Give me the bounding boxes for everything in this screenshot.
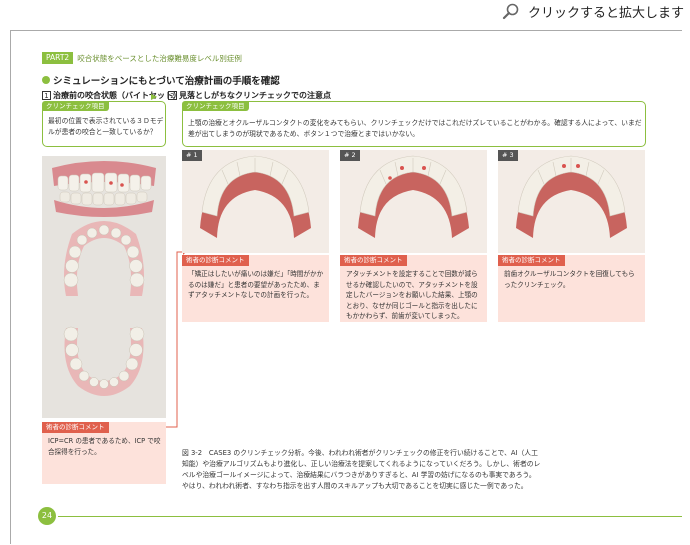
check-item-right: クリンチェック項目 上顎の治療とオクルーザルコンタクトの変化をみてもらい、クリン…	[182, 101, 646, 147]
dental-arch-image	[516, 155, 627, 238]
bullet-dot-icon	[42, 76, 50, 84]
part-badge: PART2	[42, 52, 74, 64]
comment-tag: 術者の診断コメント	[182, 255, 249, 266]
dental-arch-image	[358, 155, 469, 238]
comment-text: 前歯オクルーザルコンタクトを回復してもらったクリンチェック。	[504, 270, 635, 289]
case-comment: 術者の診断コメント アタッチメントを設定することで回数が減らせるか確認したいので…	[340, 255, 487, 322]
footer: 24	[38, 507, 682, 525]
step-2: 2 見落としがちなクリンチェックでの注意点	[168, 90, 331, 101]
case-image: # 1	[182, 150, 329, 253]
comment-tag: 術者の診断コメント	[340, 255, 407, 266]
dental-model-image	[52, 161, 156, 396]
check-item-left: クリンチェック項目 最初の位置で表示されている３Ｄモデルが患者の咬合と一致してい…	[42, 101, 166, 147]
comment-text: 「矯正はしたいが痛いのは嫌だ」「時間がかかるのは嫌だ」と患者の要望があったため、…	[188, 270, 324, 299]
part-title: 咬合状態をベースとした治療難易度レベル別症例	[77, 53, 242, 63]
case-comment: 術者の診断コメント 「矯正はしたいが痛いのは嫌だ」「時間がかかるのは嫌だ」と患者…	[182, 255, 329, 322]
case-label: # 3	[498, 150, 518, 161]
comment-tag: 術者の診断コメント	[498, 255, 565, 266]
case-comment: 術者の診断コメント 前歯オクルーザルコンタクトを回復してもらったクリンチェック。	[498, 255, 645, 322]
left-comment: 術者の診断コメント ICP=CR の患者であるため、ICP で咬合採得を行った。	[42, 422, 166, 484]
top-bar: クリックすると拡大します	[0, 0, 690, 24]
section-title: シミュレーションにもとづいて治療計画の手順を確認	[42, 73, 280, 87]
step-number: 1	[42, 91, 51, 100]
page-number: 24	[38, 507, 56, 525]
zoom-link[interactable]: クリックすると拡大します	[502, 1, 684, 21]
step-number: 2	[168, 91, 177, 100]
case-panel-3: # 3 術者の診断コメント 前歯オクルーザルコンタクトを回復してもらったクリンチ…	[498, 150, 645, 322]
dental-arch-image	[200, 155, 311, 238]
case-panel-2: # 2 術者の診断コメント アタッチメントを設定することで回数が減らせるか確認し…	[340, 150, 487, 322]
footer-rule	[58, 516, 682, 517]
dental-model-panel	[42, 156, 166, 418]
check-tag: クリンチェック項目	[182, 101, 249, 111]
step-label: 治療前の咬合状態（バイトセット）	[53, 91, 181, 100]
comment-tag: 術者の診断コメント	[42, 422, 109, 433]
step-1: 1 治療前の咬合状態（バイトセット）	[42, 90, 181, 101]
case-image: # 3	[498, 150, 645, 253]
comment-text: アタッチメントを設定することで回数が減らせるか確認したいので、アタッチメントを設…	[346, 270, 478, 320]
case-label: # 2	[340, 150, 360, 161]
magnifier-icon	[502, 2, 520, 20]
comment-text: ICP=CR の患者であるため、ICP で咬合採得を行った。	[48, 437, 161, 456]
part-header: PART2 咬合状態をベースとした治療難易度レベル別症例	[42, 52, 242, 64]
case-panel-1: # 1 術者の診断コメント 「矯正はしたいが痛いのは嫌だ」「時間がかかるのは嫌だ…	[182, 150, 329, 322]
case-image: # 2	[340, 150, 487, 253]
case-label: # 1	[182, 150, 202, 161]
step-label: 見落としがちなクリンチェックでの注意点	[179, 91, 331, 100]
check-text: 最初の位置で表示されている３Ｄモデルが患者の咬合と一致しているか？	[48, 117, 164, 136]
section-title-text: シミュレーションにもとづいて治療計画の手順を確認	[53, 76, 280, 87]
check-tag: クリンチェック項目	[42, 101, 109, 111]
zoom-label: クリックすると拡大します	[527, 5, 684, 21]
figure-caption: 図 3-2 CASE3 のクリンチェック分析。今後、われわれ術者がクリンチェック…	[182, 449, 541, 490]
arrow-right-icon: ▶	[151, 92, 158, 101]
check-text: 上顎の治療とオクルーザルコンタクトの変化をみてもらい、クリンチェックだけではこれ…	[188, 119, 642, 138]
